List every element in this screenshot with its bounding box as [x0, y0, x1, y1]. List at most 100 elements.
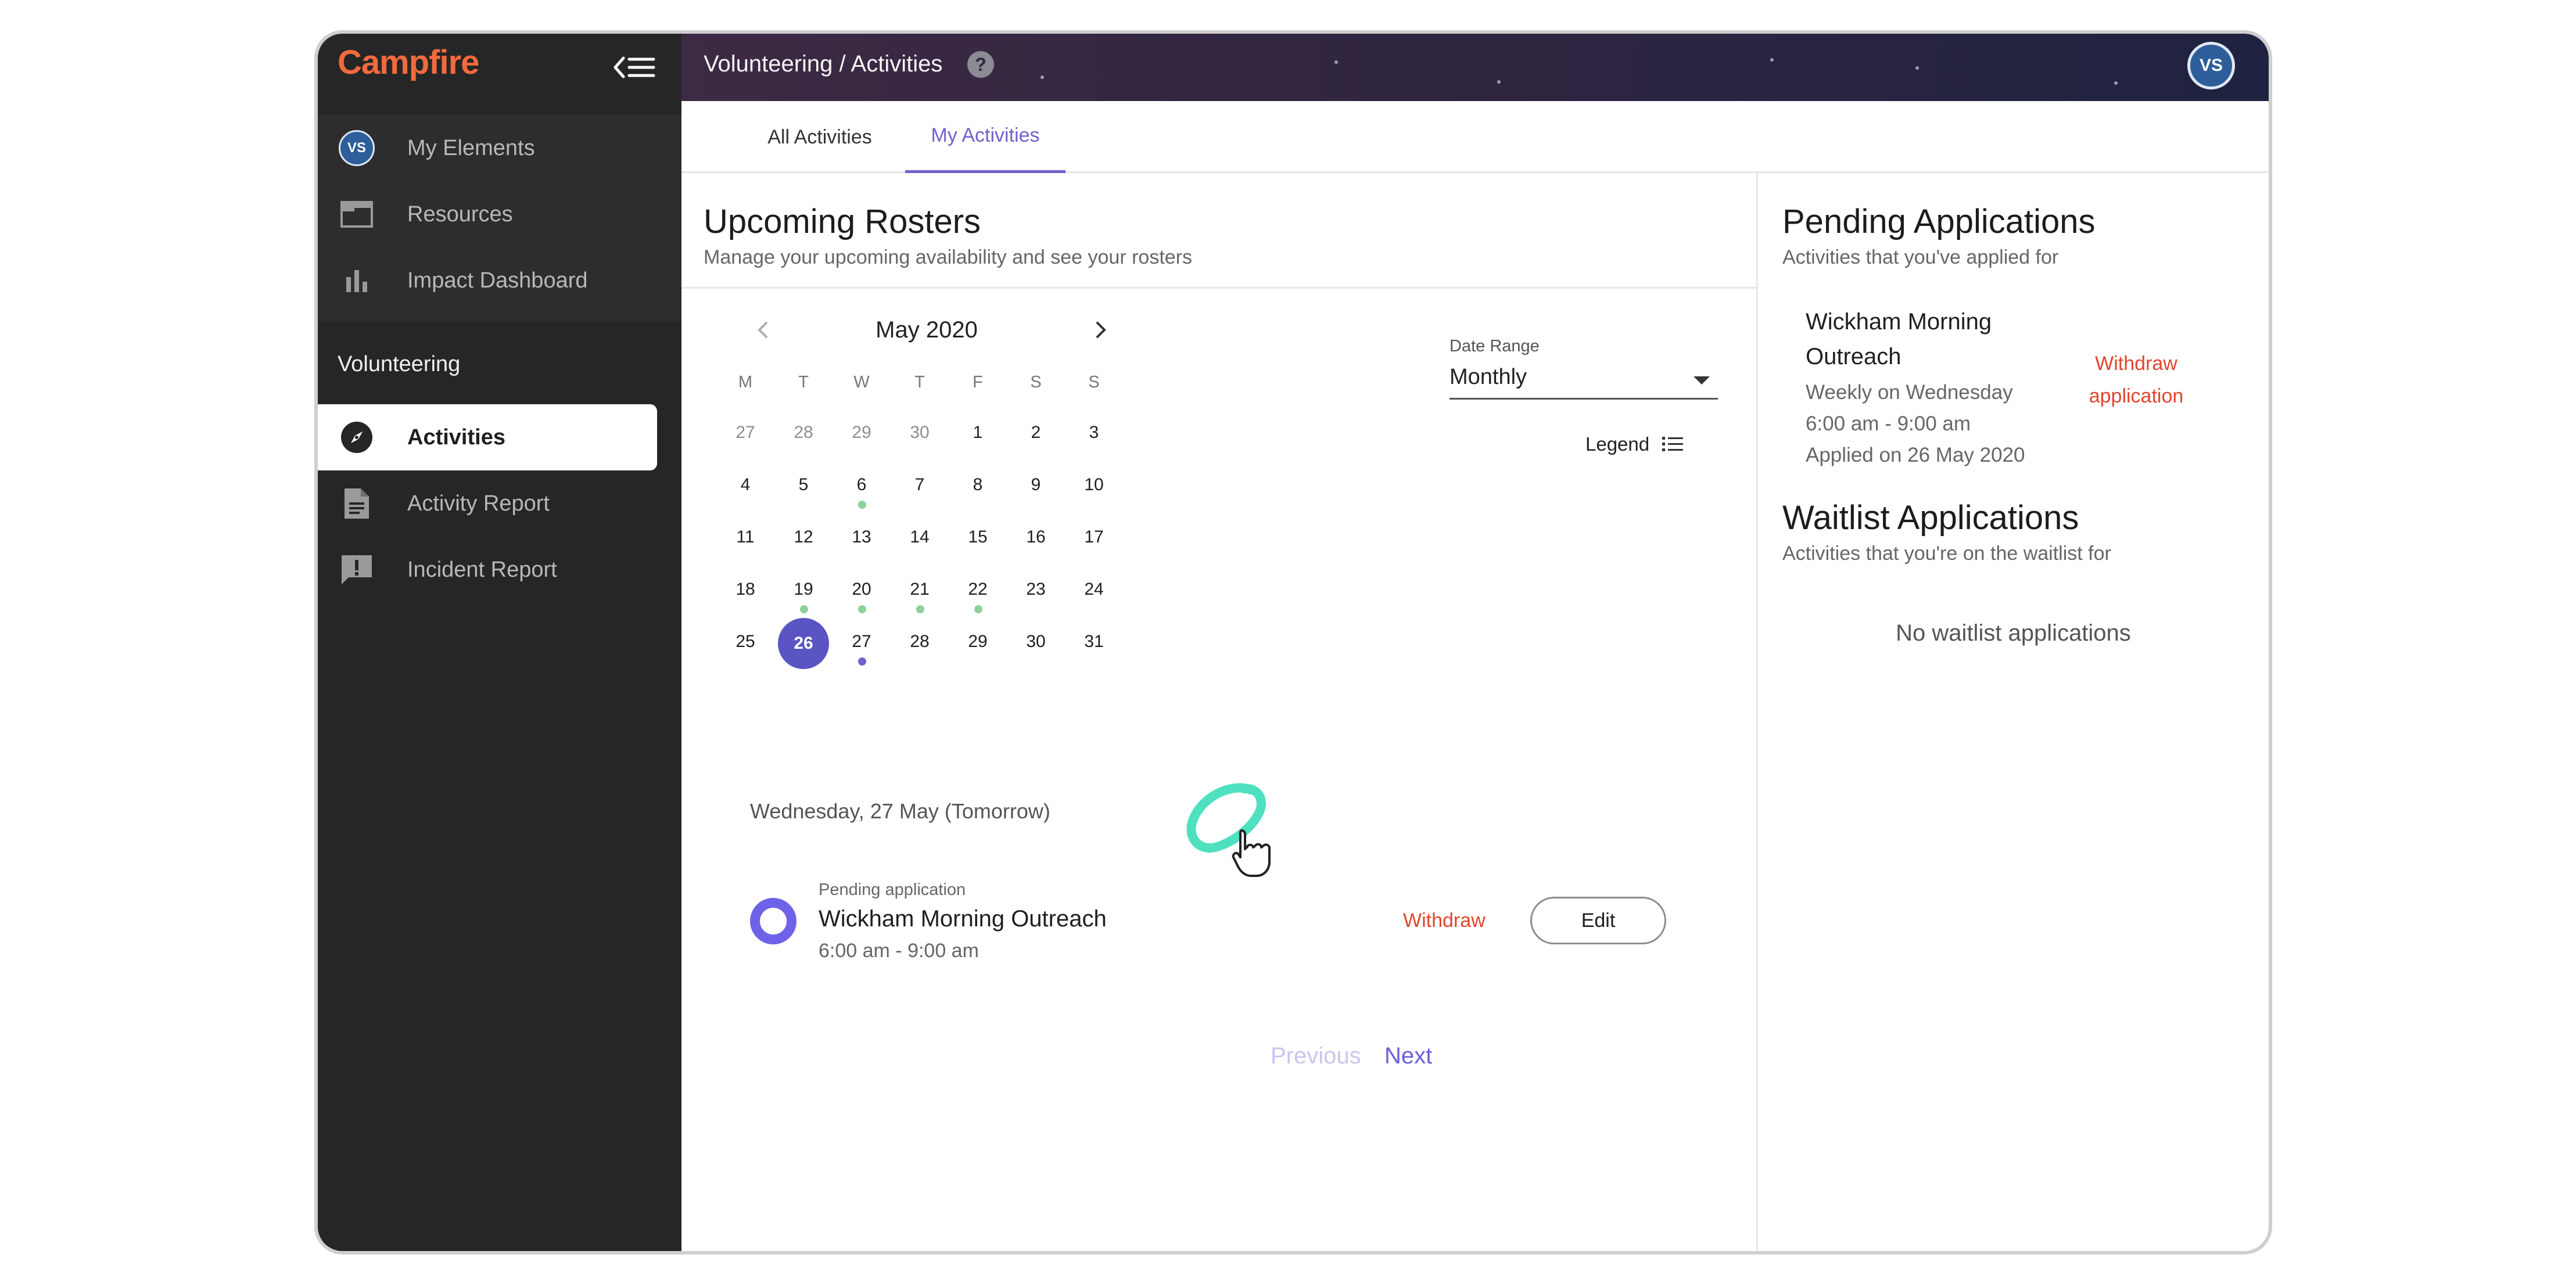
collapse-menu-icon[interactable] [613, 51, 656, 84]
roster-status-text: Pending application [819, 880, 966, 899]
calendar-day[interactable]: 12 [774, 513, 833, 566]
calendar-day-number: 9 [1031, 475, 1041, 494]
date-range-label: Date Range [1450, 337, 1540, 355]
calendar-day[interactable]: 27 [833, 618, 891, 670]
date-range-value: Monthly [1450, 365, 1527, 389]
sidebar-item-label: My Elements [407, 135, 535, 160]
calendar-day[interactable]: 8 [949, 461, 1007, 513]
calendar-day-number: 29 [852, 423, 871, 442]
calendar-day[interactable]: 9 [1007, 461, 1065, 513]
calendar-day[interactable]: 24 [1065, 566, 1123, 618]
calendar-day[interactable]: 2 [1007, 409, 1065, 461]
calendar-day-number: 6 [856, 475, 867, 494]
calendar-weekday-label: S [1030, 373, 1042, 391]
folder-icon [338, 195, 376, 233]
calendar-day[interactable]: 26 [774, 618, 833, 670]
sidebar-item-impact-dashboard[interactable]: Impact Dashboard [318, 247, 681, 314]
app-logo[interactable]: Campfire [338, 43, 479, 82]
application-time: 6:00 am - 9:00 am [1806, 412, 1971, 435]
calendar-day[interactable]: 1 [949, 409, 1007, 461]
sidebar-item-my-elements[interactable]: VS My Elements [318, 115, 681, 181]
calendar-day-number: 29 [968, 632, 988, 651]
decorative-star [2114, 81, 2118, 85]
calendar-day[interactable]: 30 [1007, 618, 1065, 670]
calendar-day[interactable]: 20 [833, 566, 891, 618]
calendar-day[interactable]: 10 [1065, 461, 1123, 513]
event-indicator-dot [800, 605, 808, 613]
report-alert-icon [338, 551, 376, 589]
calendar-day[interactable]: 27 [716, 409, 774, 461]
calendar-day[interactable]: 11 [716, 513, 774, 566]
calendar-day[interactable]: 30 [891, 409, 949, 461]
calendar-day[interactable]: 22 [949, 566, 1007, 618]
calendar-day-number: 10 [1084, 475, 1104, 494]
calendar-day-number: 7 [914, 475, 925, 494]
app-window: Campfire VS My Elements Resources Impact… [314, 30, 2272, 1255]
calendar-day[interactable]: 29 [833, 409, 891, 461]
calendar-day[interactable]: 19 [774, 566, 833, 618]
legend-button[interactable]: Legend [1585, 433, 1684, 455]
calendar-day[interactable]: 21 [891, 566, 949, 618]
calendar-day[interactable]: 4 [716, 461, 774, 513]
calendar-day-number: 28 [910, 632, 930, 651]
calendar-weekday-label: T [914, 373, 925, 391]
calendar-day-number: 26 [778, 618, 829, 669]
sidebar-item-incident-report[interactable]: Incident Report [318, 537, 681, 603]
calendar-day-number: 21 [910, 580, 930, 599]
withdraw-button[interactable]: Withdraw [1403, 910, 1486, 932]
calendar-weekday-label: M [738, 373, 753, 391]
calendar-day-number: 23 [1026, 580, 1046, 599]
calendar-day[interactable]: 25 [716, 618, 774, 670]
calendar-day[interactable]: 28 [891, 618, 949, 670]
calendar-day[interactable]: 23 [1007, 566, 1065, 618]
calendar-day[interactable]: 7 [891, 461, 949, 513]
tab-all-activities[interactable]: All Activities [731, 101, 908, 173]
calendar-weekday-label: W [853, 373, 870, 391]
calendar-day[interactable]: 17 [1065, 513, 1123, 566]
calendar-day-number: 14 [910, 527, 930, 547]
sidebar-item-label: Resources [407, 202, 513, 227]
calendar-day-number: 27 [736, 423, 755, 442]
previous-page-button[interactable]: Previous [1271, 1043, 1361, 1069]
calendar-day[interactable]: 5 [774, 461, 833, 513]
application-title[interactable]: Wickham Morning Outreach [1806, 304, 2050, 374]
edit-button[interactable]: Edit [1530, 897, 1666, 944]
calendar-day-number: 28 [794, 423, 813, 442]
calendar-day[interactable]: 18 [716, 566, 774, 618]
previous-month-icon[interactable] [745, 312, 780, 347]
decorative-star [1497, 80, 1501, 84]
help-icon[interactable]: ? [967, 51, 994, 78]
sidebar-item-label: Impact Dashboard [407, 268, 588, 293]
roster-time: 6:00 am - 9:00 am [819, 940, 979, 962]
user-avatar[interactable]: VS [2187, 42, 2235, 89]
rosters-panel: Upcoming Rosters Manage your upcoming av… [681, 173, 1756, 1251]
calendar-day[interactable]: 6 [833, 461, 891, 513]
calendar-day[interactable]: 16 [1007, 513, 1065, 566]
sidebar-item-label: Activities [407, 425, 505, 450]
sidebar-item-activities[interactable]: Activities [318, 404, 657, 470]
calendar-day[interactable]: 3 [1065, 409, 1123, 461]
sidebar-item-resources[interactable]: Resources [318, 181, 681, 247]
sidebar-item-activity-report[interactable]: Activity Report [318, 470, 681, 537]
calendar-day-number: 3 [1089, 423, 1099, 442]
calendar-day[interactable]: 28 [774, 409, 833, 461]
roster-title: Wickham Morning Outreach [819, 906, 1107, 932]
date-range-select[interactable]: Monthly [1450, 365, 1718, 400]
next-month-icon[interactable] [1084, 312, 1118, 347]
event-indicator-dot [916, 605, 924, 613]
calendar-day-number: 27 [852, 632, 871, 651]
calendar-day-number: 15 [968, 527, 988, 547]
tab-my-activities[interactable]: My Activities [905, 101, 1065, 173]
calendar-day[interactable]: 15 [949, 513, 1007, 566]
withdraw-application-button[interactable]: Withdraw application [2081, 347, 2191, 412]
calendar-day[interactable]: 29 [949, 618, 1007, 670]
calendar-day[interactable]: 13 [833, 513, 891, 566]
decorative-star [1915, 66, 1919, 70]
waitlist-applications-title: Waitlist Applications [1782, 499, 2079, 537]
next-page-button[interactable]: Next [1384, 1043, 1432, 1069]
selected-date-heading: Wednesday, 27 May (Tomorrow) [750, 799, 1050, 823]
calendar-weekday-label: S [1088, 373, 1100, 391]
calendar-day[interactable]: 31 [1065, 618, 1123, 670]
calendar-day[interactable]: 14 [891, 513, 949, 566]
sidebar-section-label: Volunteering [338, 352, 461, 376]
